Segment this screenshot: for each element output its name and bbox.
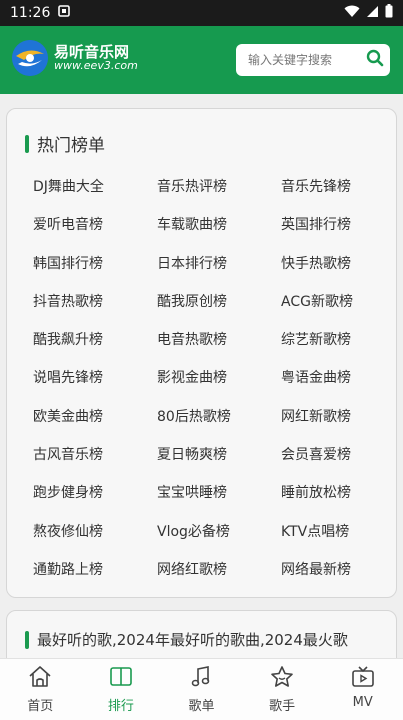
tab-playlists[interactable]: 歌单 [161,659,242,720]
chart-link[interactable]: 快手热歌榜 [281,253,383,291]
chart-link[interactable]: 音乐先锋榜 [281,176,383,214]
chart-link[interactable]: 抖音热歌榜 [33,291,157,329]
chart-link[interactable]: 欧美金曲榜 [33,406,157,444]
chart-link[interactable]: 英国排行榜 [281,214,383,252]
tab-singers[interactable]: 歌手 [242,659,323,720]
bottom-tab-bar: 首页 排行 歌单 歌手 MV [0,658,403,720]
status-bar: 11:26 [0,0,403,26]
logo-title: 易听音乐网 [54,42,130,61]
chart-link[interactable]: 酷我原创榜 [157,291,281,329]
chart-link[interactable]: ACG新歌榜 [281,291,383,329]
search-icon[interactable] [366,49,384,71]
chart-list: DJ舞曲大全 音乐热评榜 音乐先锋榜 爱听电音榜 车载歌曲榜 英国排行榜 韩国排… [33,176,383,597]
chart-link[interactable]: Vlog必备榜 [157,521,281,559]
chart-link[interactable]: 车载歌曲榜 [157,214,281,252]
best-songs-heading[interactable]: 最好听的歌,2024年最好听的歌曲,2024最火歌 [25,629,348,650]
site-logo[interactable]: 易听音乐网 www.eev3.com [12,40,138,76]
chart-link[interactable]: 网络红歌榜 [157,559,281,597]
tab-singers-label: 歌手 [269,699,296,714]
tab-ranking[interactable]: 排行 [81,659,162,720]
chart-link[interactable]: 宝宝哄睡榜 [157,482,281,520]
chart-link[interactable]: 网红新歌榜 [281,406,383,444]
title-accent-bar [25,630,29,649]
home-icon [27,665,53,693]
chart-link[interactable]: 酷我飙升榜 [33,329,157,367]
app-header: 易听音乐网 www.eev3.com [0,26,403,94]
chart-link[interactable]: 影视金曲榜 [157,367,281,405]
hot-charts-title: 热门榜单 [37,136,105,156]
tab-playlists-label: 歌单 [188,699,215,714]
notification-icon [58,5,71,21]
logo-url: www.eev3.com [54,59,138,73]
star-person-icon [269,665,295,693]
tv-icon [350,665,376,693]
hot-charts-card: 热门榜单 DJ舞曲大全 音乐热评榜 音乐先锋榜 爱听电音榜 车载歌曲榜 英国排行… [6,108,397,598]
chart-link[interactable]: 综艺新歌榜 [281,329,383,367]
tab-mv[interactable]: MV [322,659,403,720]
chart-link[interactable]: 熬夜修仙榜 [33,521,157,559]
chart-link[interactable]: 粤语金曲榜 [281,367,383,405]
tab-home-label: 首页 [27,699,54,714]
chart-link[interactable]: 80后热歌榜 [157,406,281,444]
status-time: 11:26 [10,5,51,21]
chart-link[interactable]: DJ舞曲大全 [33,176,157,214]
chart-link[interactable]: 音乐热评榜 [157,176,281,214]
chart-link[interactable]: 跑步健身榜 [33,482,157,520]
wifi-icon [344,5,360,22]
chart-link[interactable]: 日本排行榜 [157,253,281,291]
title-accent-bar [25,134,29,153]
chart-link[interactable]: 古风音乐榜 [33,444,157,482]
tab-home[interactable]: 首页 [0,659,81,720]
chart-link[interactable]: 韩国排行榜 [33,253,157,291]
tab-ranking-label: 排行 [107,699,134,714]
chart-link[interactable]: 爱听电音榜 [33,214,157,252]
chart-link[interactable]: 睡前放松榜 [281,482,383,520]
chart-link[interactable]: 电音热歌榜 [157,329,281,367]
chart-link[interactable]: 会员喜爱榜 [281,444,383,482]
book-icon [108,665,134,693]
best-songs-title: 最好听的歌,2024年最好听的歌曲,2024最火歌 [37,631,348,649]
logo-icon [12,40,48,76]
search-box [236,44,390,76]
hot-charts-heading: 热门榜单 [25,131,105,156]
chart-link[interactable]: 网络最新榜 [281,559,383,597]
battery-icon [385,4,393,22]
chart-link[interactable]: 说唱先锋榜 [33,367,157,405]
music-note-icon [188,665,214,693]
chart-link[interactable]: 夏日畅爽榜 [157,444,281,482]
chart-link[interactable]: 通勤路上榜 [33,559,157,597]
chart-link[interactable]: KTV点唱榜 [281,521,383,559]
search-input[interactable] [246,52,366,68]
tab-mv-label: MV [352,695,373,710]
signal-icon [366,5,379,22]
